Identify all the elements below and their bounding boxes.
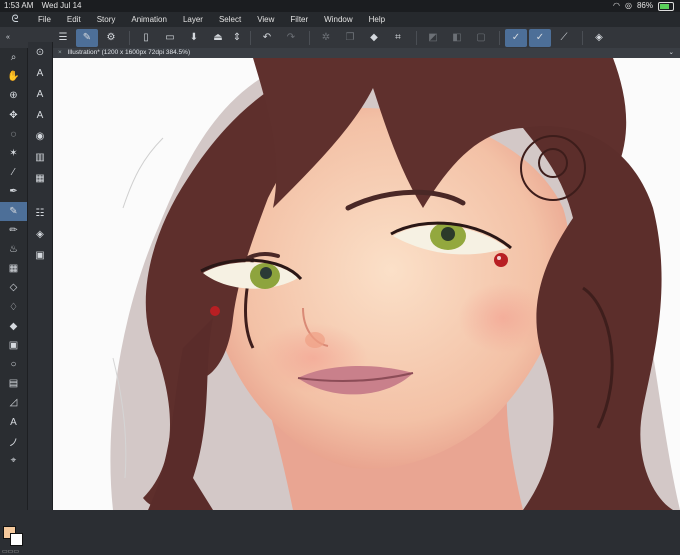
pen-icon[interactable]: ✒ [0, 182, 27, 201]
sub-tool-f-icon[interactable]: ▦ [28, 168, 52, 189]
fill-icon[interactable]: ◆ [363, 29, 385, 47]
sub-tool-b-icon[interactable]: A [28, 84, 52, 105]
menu-bar: ᘓ File Edit Story Animation Layer Select… [0, 12, 680, 27]
menu-icon[interactable]: ☰ [52, 29, 74, 47]
airbrush-icon[interactable]: ♨ [0, 240, 27, 259]
battery-percent: 86% [636, 1, 653, 10]
drawing-canvas[interactable] [53, 58, 680, 510]
divider [309, 30, 310, 45]
lasso-icon[interactable]: ◌ [0, 125, 27, 144]
rotation-lock-icon: ◎ [625, 1, 632, 10]
sub-tool-palette: ⊙ A A A ◉ ▥ ▦ ☷ ◈ ▣ [28, 42, 53, 510]
ruler-icon[interactable]: ◿ [0, 393, 27, 412]
illustration [110, 58, 680, 510]
app-logo-icon[interactable]: ᘓ [0, 12, 30, 27]
zoom-icon[interactable]: ⊕ [0, 86, 27, 105]
menu-filter[interactable]: Filter [282, 12, 316, 27]
tool-palette: ⌕ ✋ ⊕ ✥ ◌ ✶ ⁄ ✒ ✎ ✏ ♨ ▦ ◇ ♢ ◆ ▣ ○ ▤ ◿ A … [0, 48, 28, 555]
stack-icon[interactable]: ◈ [28, 224, 52, 245]
new-file-icon[interactable]: ▯ [135, 29, 157, 47]
divider [416, 30, 417, 45]
status-time: 1:53 AM [4, 1, 34, 10]
menu-help[interactable]: Help [361, 12, 393, 27]
pen-icon[interactable]: ✓ [505, 28, 527, 47]
open-folder-icon[interactable]: ▭ [159, 29, 181, 47]
sub-tool-d-icon[interactable]: ◉ [28, 126, 52, 147]
status-bar: 1:53 AM Wed Jul 14 ◠ ◎ 86% [0, 0, 680, 12]
decoration-icon[interactable]: ▦ [0, 259, 27, 278]
crop-icon[interactable]: ⌗ [387, 29, 409, 47]
undo-icon[interactable]: ↶ [256, 29, 278, 47]
menu-edit[interactable]: Edit [59, 12, 89, 27]
divider [250, 30, 251, 45]
ruler-icon[interactable]: ⟋ [553, 29, 575, 47]
zoom-stepper[interactable]: ⇕ [231, 29, 243, 47]
status-date: Wed Jul 14 [41, 1, 82, 10]
shape-icon[interactable]: ○ [0, 355, 27, 374]
document-title: Illustration* (1200 x 1600px 72dpi 384.5… [67, 49, 191, 56]
material-icon[interactable]: ▣ [28, 245, 52, 266]
export-icon[interactable]: ⏏ [207, 29, 229, 47]
search-icon[interactable]: ⌕ [0, 48, 27, 67]
pencil-icon[interactable]: ✎ [0, 201, 27, 221]
command-bar: « ☰ ✎ ⚙ ▯ ▭ ⬇ ⏏ ⇕ ↶ ↷ ✲ ❐ ◆ ⌗ ◩ ◧ ▢ ✓ ✓ … [0, 27, 680, 49]
sub-tool-c-icon[interactable]: A [28, 105, 52, 126]
battery-icon [658, 2, 674, 11]
layers-icon[interactable]: ☷ [28, 203, 52, 224]
menu-story[interactable]: Story [89, 12, 124, 27]
copy-icon[interactable]: ❐ [339, 29, 361, 47]
divider [129, 30, 130, 45]
eraser-icon[interactable]: ◇ [0, 278, 27, 297]
pen-pressure-icon[interactable]: ✎ [76, 28, 98, 47]
menu-layer[interactable]: Layer [175, 12, 211, 27]
frame-icon[interactable]: ▤ [0, 374, 27, 393]
menu-view[interactable]: View [249, 12, 282, 27]
close-icon[interactable]: × [58, 49, 62, 56]
clear-icon[interactable]: ◩ [422, 29, 444, 47]
magic-wand-icon[interactable]: ✶ [0, 144, 27, 163]
sub-color-swatch[interactable] [10, 533, 23, 546]
menu-file[interactable]: File [30, 12, 59, 27]
pen-alt-icon[interactable]: ✓ [529, 28, 551, 47]
settings-icon[interactable]: ⚙ [100, 29, 122, 47]
text-icon[interactable]: A [0, 413, 27, 432]
wifi-icon: ◠ [613, 1, 620, 10]
sub-tool-a-icon[interactable]: A [28, 63, 52, 84]
chevron-down-icon[interactable]: ⌄ [669, 48, 674, 58]
document-tab[interactable]: × Illustration* (1200 x 1600px 72dpi 384… [53, 48, 680, 58]
menu-window[interactable]: Window [316, 12, 360, 27]
transform-icon[interactable]: ✲ [315, 29, 337, 47]
fill-icon[interactable]: ◆ [0, 317, 27, 336]
move-icon[interactable]: ✥ [0, 106, 27, 125]
snap-icon[interactable]: ◈ [588, 29, 610, 47]
balloon-icon[interactable]: ノ [0, 432, 27, 451]
sub-tool-search-icon[interactable]: ⊙ [28, 42, 52, 63]
menu-select[interactable]: Select [211, 12, 249, 27]
correct-line-icon[interactable]: ⌖ [0, 451, 27, 470]
collapse-icon[interactable]: « [2, 29, 14, 47]
brush-icon[interactable]: ✏ [0, 221, 27, 240]
divider [582, 30, 583, 45]
redo-icon[interactable]: ↷ [280, 29, 302, 47]
eyedropper-icon[interactable]: ⁄ [0, 163, 27, 182]
gradient-icon[interactable]: ▣ [0, 336, 27, 355]
blend-icon[interactable]: ♢ [0, 297, 27, 316]
color-mode-toggle-icon[interactable]: ▭▭▭ [2, 548, 19, 555]
divider [499, 30, 500, 45]
sub-tool-e-icon[interactable]: ▥ [28, 147, 52, 168]
save-icon[interactable]: ⬇ [183, 29, 205, 47]
layer-icon[interactable]: ▢ [470, 29, 492, 47]
hand-icon[interactable]: ✋ [0, 67, 27, 86]
menu-animation[interactable]: Animation [123, 12, 175, 27]
clip-icon[interactable]: ◧ [446, 29, 468, 47]
